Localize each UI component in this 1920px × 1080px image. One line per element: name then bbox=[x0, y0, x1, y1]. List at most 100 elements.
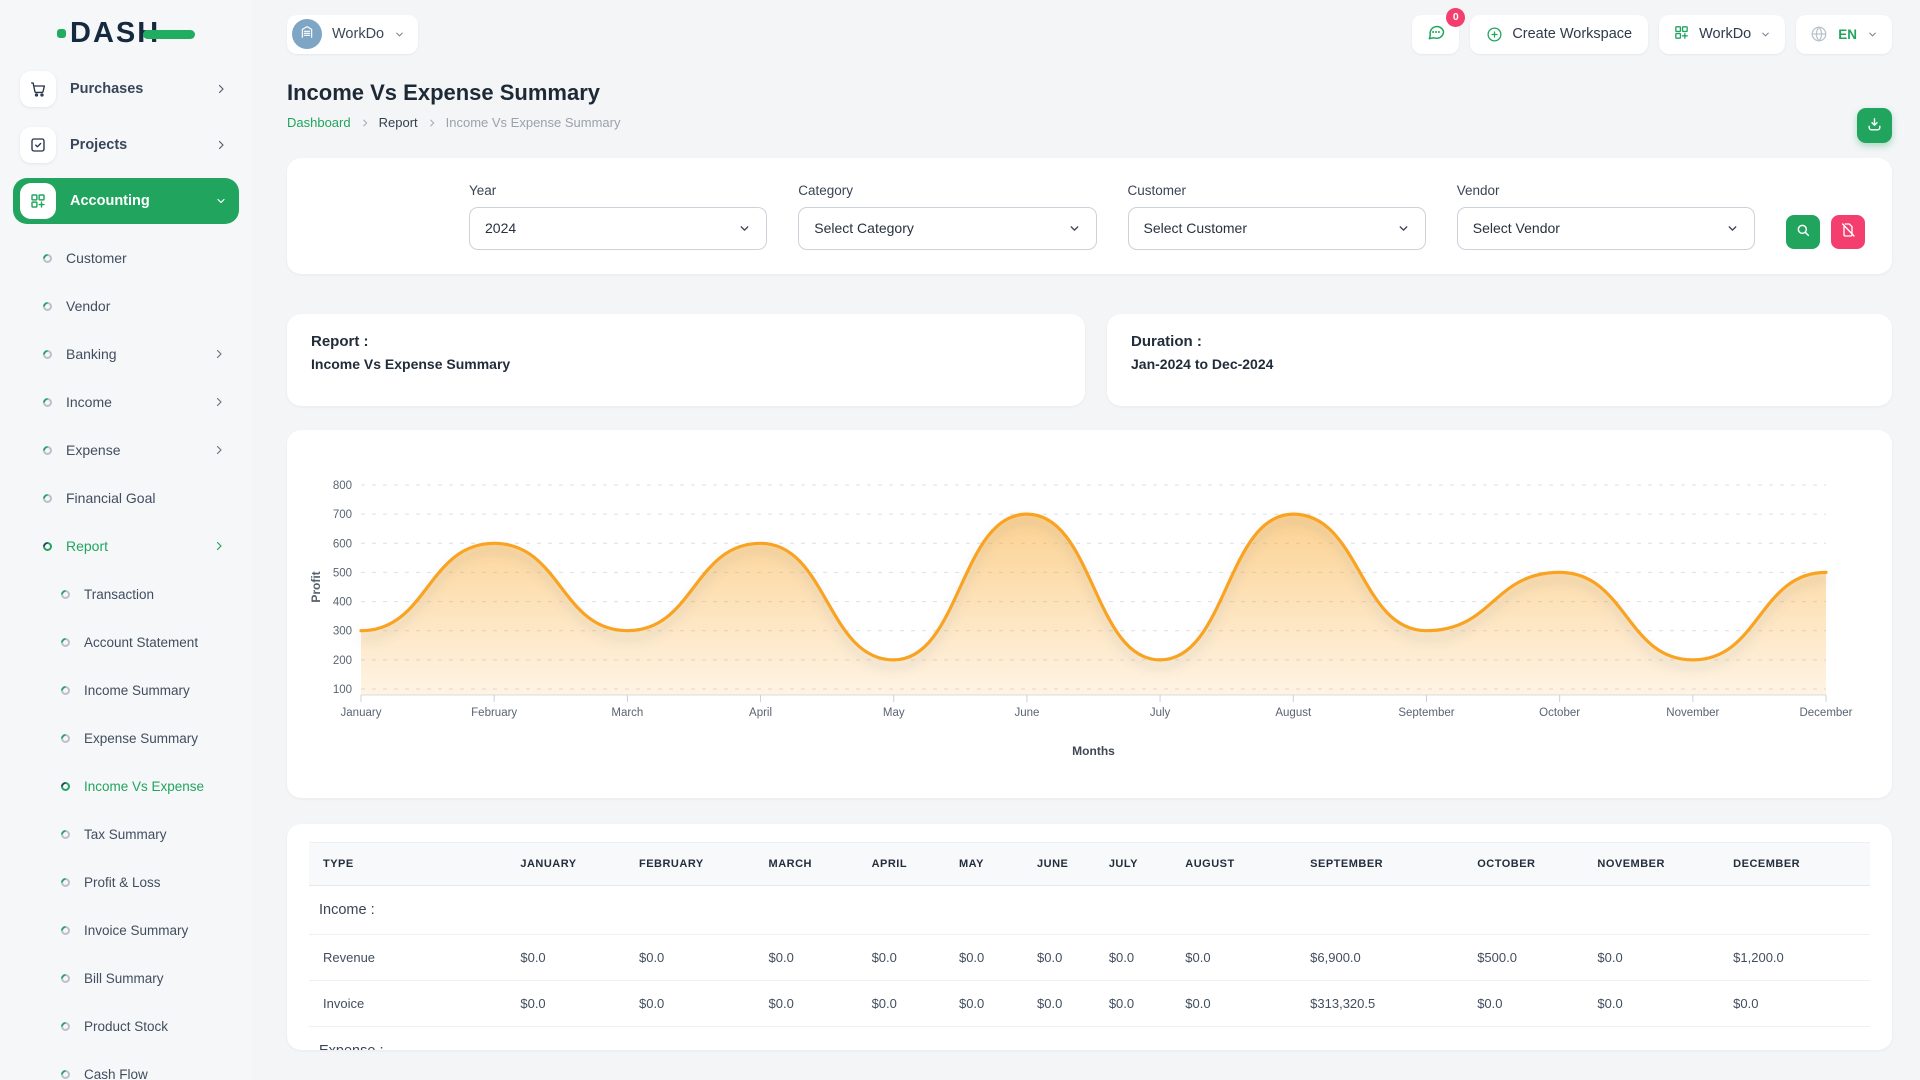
table-cell: $0.0 bbox=[510, 935, 629, 981]
sidebar-item-income[interactable]: Income bbox=[13, 378, 239, 426]
circle-icon bbox=[59, 924, 72, 937]
sidebar-item-expense[interactable]: Expense bbox=[13, 426, 239, 474]
vendor-value: Select Vendor bbox=[1473, 220, 1560, 236]
search-icon bbox=[1795, 222, 1811, 241]
table-cell: $0.0 bbox=[759, 981, 862, 1027]
income-vs-expense-area-chart: 100200300400500600700800JanuaryFebruaryM… bbox=[305, 448, 1874, 780]
messages-button[interactable]: 0 bbox=[1412, 15, 1459, 54]
column-header-april: APRIL bbox=[862, 843, 949, 886]
svg-text:October: October bbox=[1539, 707, 1580, 719]
sidebar-item-label: Account Statement bbox=[84, 635, 225, 650]
grid-plus-icon bbox=[20, 183, 56, 219]
sidebar-item-income-vs-expense[interactable]: Income Vs Expense bbox=[13, 762, 239, 810]
sidebar-item-product-stock[interactable]: Product Stock bbox=[13, 1002, 239, 1050]
vendor-select[interactable]: Select Vendor bbox=[1457, 207, 1755, 250]
circle-icon bbox=[41, 492, 54, 505]
sidebar-item-invoice-summary[interactable]: Invoice Summary bbox=[13, 906, 239, 954]
create-workspace-button[interactable]: Create Workspace bbox=[1470, 15, 1648, 54]
breadcrumb-report[interactable]: Report bbox=[379, 115, 418, 130]
workdo-menu-label: WorkDo bbox=[1699, 26, 1751, 42]
filter-actions bbox=[1786, 215, 1865, 249]
chevron-right-icon bbox=[213, 444, 225, 456]
logo-dot-icon bbox=[57, 29, 66, 38]
language-selector[interactable]: EN bbox=[1796, 15, 1892, 54]
circle-icon bbox=[59, 1068, 72, 1080]
customer-select[interactable]: Select Customer bbox=[1128, 207, 1426, 250]
sidebar-item-label: Income Summary bbox=[84, 683, 225, 698]
sidebar-item-account-statement[interactable]: Account Statement bbox=[13, 618, 239, 666]
chevron-down-icon bbox=[394, 29, 405, 40]
sidebar-item-purchases[interactable]: Purchases bbox=[13, 66, 239, 112]
chevron-down-icon bbox=[1867, 29, 1878, 40]
row-type-cell: Revenue bbox=[309, 935, 510, 981]
apply-filter-button[interactable] bbox=[1786, 215, 1820, 249]
download-icon bbox=[1866, 116, 1883, 136]
sidebar-item-label: Customer bbox=[66, 250, 225, 266]
table-cell: $0.0 bbox=[629, 981, 759, 1027]
sidebar-item-profit-loss[interactable]: Profit & Loss bbox=[13, 858, 239, 906]
category-select[interactable]: Select Category bbox=[798, 207, 1096, 250]
sidebar-item-label: Income Vs Expense bbox=[84, 779, 225, 794]
vendor-field: Vendor Select Vendor bbox=[1457, 183, 1755, 250]
circle-icon bbox=[41, 540, 54, 553]
circle-icon bbox=[41, 348, 54, 361]
sidebar-item-label: Expense bbox=[66, 442, 199, 458]
table-row-revenue: Revenue$0.0$0.0$0.0$0.0$0.0$0.0$0.0$0.0$… bbox=[309, 935, 1870, 981]
workspace-selector[interactable]: WorkDo bbox=[287, 15, 418, 54]
table-section-label: Income : bbox=[309, 886, 1870, 935]
sidebar-item-label: Financial Goal bbox=[66, 490, 225, 506]
table-cell: $1,200.0 bbox=[1723, 935, 1870, 981]
sidebar-item-accounting[interactable]: Accounting bbox=[13, 178, 239, 224]
sidebar-item-label: Income bbox=[66, 394, 199, 410]
year-select[interactable]: 2024 bbox=[469, 207, 767, 250]
sidebar: DASH Purchases Projects Accounting Customer… bbox=[0, 0, 252, 1080]
chevron-right-icon bbox=[213, 348, 225, 360]
language-code: EN bbox=[1838, 27, 1857, 42]
table-section-label: Expense : bbox=[309, 1027, 1870, 1051]
circle-icon bbox=[59, 636, 72, 649]
circle-icon bbox=[59, 684, 72, 697]
download-button[interactable] bbox=[1857, 108, 1892, 143]
sidebar-item-vendor[interactable]: Vendor bbox=[13, 282, 239, 330]
workspace-avatar bbox=[292, 19, 322, 49]
table-cell: $0.0 bbox=[759, 935, 862, 981]
chevron-right-icon bbox=[213, 396, 225, 408]
sidebar-item-financial-goal[interactable]: Financial Goal bbox=[13, 474, 239, 522]
reset-filter-button[interactable] bbox=[1831, 215, 1865, 249]
chevron-down-icon bbox=[738, 222, 751, 235]
chevron-right-icon bbox=[213, 540, 225, 552]
sidebar-item-report[interactable]: Report bbox=[13, 522, 239, 570]
sidebar-item-transaction[interactable]: Transaction bbox=[13, 570, 239, 618]
circle-icon bbox=[59, 732, 72, 745]
chat-bubble-icon bbox=[1426, 22, 1446, 47]
sidebar-item-expense-summary[interactable]: Expense Summary bbox=[13, 714, 239, 762]
svg-text:100: 100 bbox=[333, 684, 352, 696]
brand-logo[interactable]: DASH bbox=[13, 0, 239, 66]
sidebar-item-tax-summary[interactable]: Tax Summary bbox=[13, 810, 239, 858]
svg-text:November: November bbox=[1666, 707, 1719, 719]
chevron-down-icon bbox=[1726, 222, 1739, 235]
svg-text:Months: Months bbox=[1072, 744, 1115, 758]
cart-icon bbox=[20, 71, 56, 107]
sidebar-item-projects[interactable]: Projects bbox=[13, 122, 239, 168]
breadcrumb-dashboard[interactable]: Dashboard bbox=[287, 115, 351, 130]
svg-text:500: 500 bbox=[333, 567, 352, 579]
svg-text:April: April bbox=[749, 707, 772, 719]
grid-plus-icon bbox=[1673, 24, 1690, 45]
chevron-down-icon bbox=[215, 195, 227, 207]
year-label: Year bbox=[469, 183, 767, 198]
table-cell: $0.0 bbox=[1723, 981, 1870, 1027]
sidebar-item-income-summary[interactable]: Income Summary bbox=[13, 666, 239, 714]
category-field: Category Select Category bbox=[798, 183, 1096, 250]
chevron-down-icon bbox=[1760, 29, 1771, 40]
column-header-december: DECEMBER bbox=[1723, 843, 1870, 886]
workdo-menu-button[interactable]: WorkDo bbox=[1659, 15, 1785, 54]
sidebar-item-bill-summary[interactable]: Bill Summary bbox=[13, 954, 239, 1002]
sidebar-item-cash-flow[interactable]: Cash Flow bbox=[13, 1050, 239, 1080]
breadcrumb: Dashboard Report Income Vs Expense Summa… bbox=[287, 115, 1892, 130]
column-header-january: JANUARY bbox=[510, 843, 629, 886]
sidebar-item-customer[interactable]: Customer bbox=[13, 234, 239, 282]
report-value: Income Vs Expense Summary bbox=[311, 356, 1061, 372]
svg-text:January: January bbox=[341, 707, 382, 719]
sidebar-item-banking[interactable]: Banking bbox=[13, 330, 239, 378]
